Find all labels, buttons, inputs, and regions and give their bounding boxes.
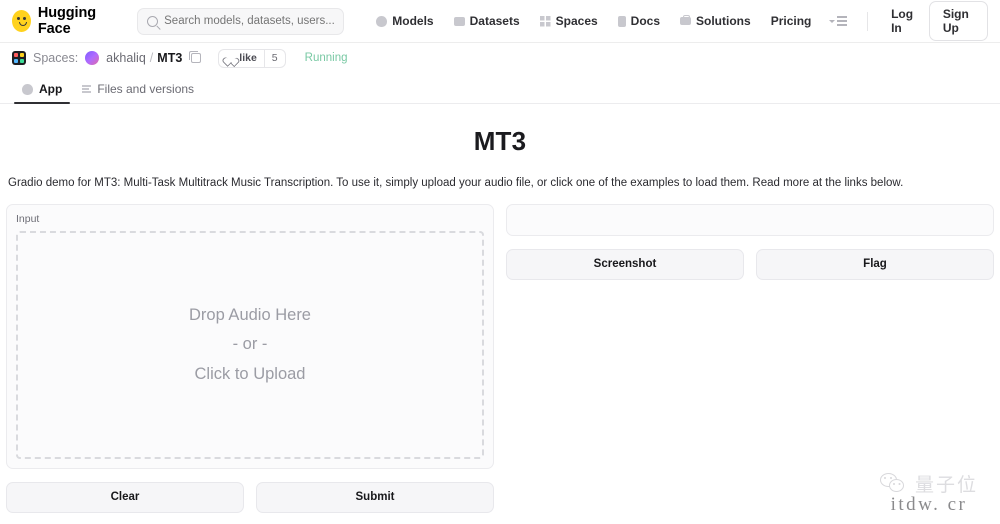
breadcrumb-separator: / xyxy=(149,51,154,65)
login-button[interactable]: Log In xyxy=(880,2,927,40)
nav-item-datasets[interactable]: Datasets xyxy=(444,10,530,32)
output-actions: Screenshot Flag xyxy=(506,248,994,280)
nav-links: Models Datasets Spaces Docs Solutions Pr… xyxy=(366,10,821,32)
spaces-grid-icon xyxy=(12,51,26,65)
hamburger-menu-icon[interactable] xyxy=(821,12,855,30)
flag-button[interactable]: Flag xyxy=(756,248,994,280)
dropzone-line-2: - or - xyxy=(232,335,268,354)
search-icon xyxy=(147,15,159,27)
dropzone-line-3: Click to Upload xyxy=(194,364,306,383)
tab-app[interactable]: App xyxy=(12,78,72,104)
top-navigation-bar: Hugging Face Models Datasets Spaces Docs… xyxy=(0,0,1000,43)
breadcrumb: Spaces: akhaliq / MT3 like 5 Running xyxy=(0,43,1000,73)
docs-icon xyxy=(617,15,626,27)
nav-item-docs-label: Docs xyxy=(630,14,661,28)
brand-name: Hugging Face xyxy=(37,5,96,37)
output-box[interactable] xyxy=(506,203,994,236)
like-button[interactable]: like 5 xyxy=(218,48,286,68)
input-actions: Clear Submit xyxy=(6,481,494,513)
nav-item-pricing-label: Pricing xyxy=(770,14,812,28)
nav-item-pricing[interactable]: Pricing xyxy=(761,10,822,32)
nav-item-docs[interactable]: Docs xyxy=(608,10,670,32)
nav-item-spaces-label: Spaces xyxy=(555,14,598,28)
signup-button[interactable]: Sign Up xyxy=(928,1,988,41)
avatar xyxy=(85,51,100,65)
menu-bars-icon xyxy=(837,16,848,26)
nav-item-datasets-label: Datasets xyxy=(469,14,520,28)
nav-item-spaces[interactable]: Spaces xyxy=(530,10,608,32)
page-description: Gradio demo for MT3: Multi-Task Multitra… xyxy=(8,177,904,189)
search-box[interactable] xyxy=(137,7,345,35)
nav-item-models[interactable]: Models xyxy=(366,10,443,32)
status-badge: Running xyxy=(304,52,348,64)
audio-input-card: Input Drop Audio Here - or - Click to Up… xyxy=(6,203,494,469)
models-icon xyxy=(376,15,388,27)
breadcrumb-owner[interactable]: akhaliq xyxy=(106,51,146,65)
heart-icon xyxy=(226,54,235,62)
nav-item-models-label: Models xyxy=(392,14,434,28)
solutions-icon xyxy=(680,14,692,25)
tab-app-label: App xyxy=(39,82,63,96)
tab-files-and-versions[interactable]: Files and versions xyxy=(72,78,204,103)
huggingface-emoji-logo-icon xyxy=(12,10,31,32)
tab-bar: App Files and versions xyxy=(0,73,1000,104)
gradio-app: MT3 Gradio demo for MT3: Multi-Task Mult… xyxy=(0,126,1000,513)
audio-dropzone[interactable]: Drop Audio Here - or - Click to Upload xyxy=(16,230,484,459)
tab-files-label: Files and versions xyxy=(97,82,195,96)
chevron-down-icon xyxy=(829,19,836,23)
breadcrumb-spaces-label: Spaces: xyxy=(33,51,79,65)
app-icon xyxy=(22,83,33,95)
breadcrumb-repo[interactable]: MT3 xyxy=(157,51,182,65)
copy-icon[interactable] xyxy=(189,51,202,63)
nav-divider xyxy=(867,11,869,31)
panels-container: Input Drop Audio Here - or - Click to Up… xyxy=(6,203,994,513)
page-title: MT3 xyxy=(473,126,527,156)
nav-right-group: Log In Sign Up xyxy=(821,1,988,41)
search-input[interactable] xyxy=(164,15,335,27)
like-label: like xyxy=(239,52,257,64)
output-column: Screenshot Flag xyxy=(506,203,994,280)
nav-item-solutions-label: Solutions xyxy=(696,14,751,28)
brand-logo-link[interactable]: Hugging Face xyxy=(12,5,133,37)
input-label: Input xyxy=(16,212,40,225)
datasets-icon xyxy=(453,16,465,26)
dropzone-line-1: Drop Audio Here xyxy=(189,305,311,324)
input-column: Input Drop Audio Here - or - Click to Up… xyxy=(6,203,494,513)
like-count: 5 xyxy=(263,49,285,67)
clear-button[interactable]: Clear xyxy=(6,481,244,513)
screenshot-button[interactable]: Screenshot xyxy=(506,248,744,280)
submit-button[interactable]: Submit xyxy=(256,481,494,513)
files-icon xyxy=(82,84,92,94)
spaces-icon xyxy=(539,15,551,27)
nav-item-solutions[interactable]: Solutions xyxy=(670,10,761,32)
